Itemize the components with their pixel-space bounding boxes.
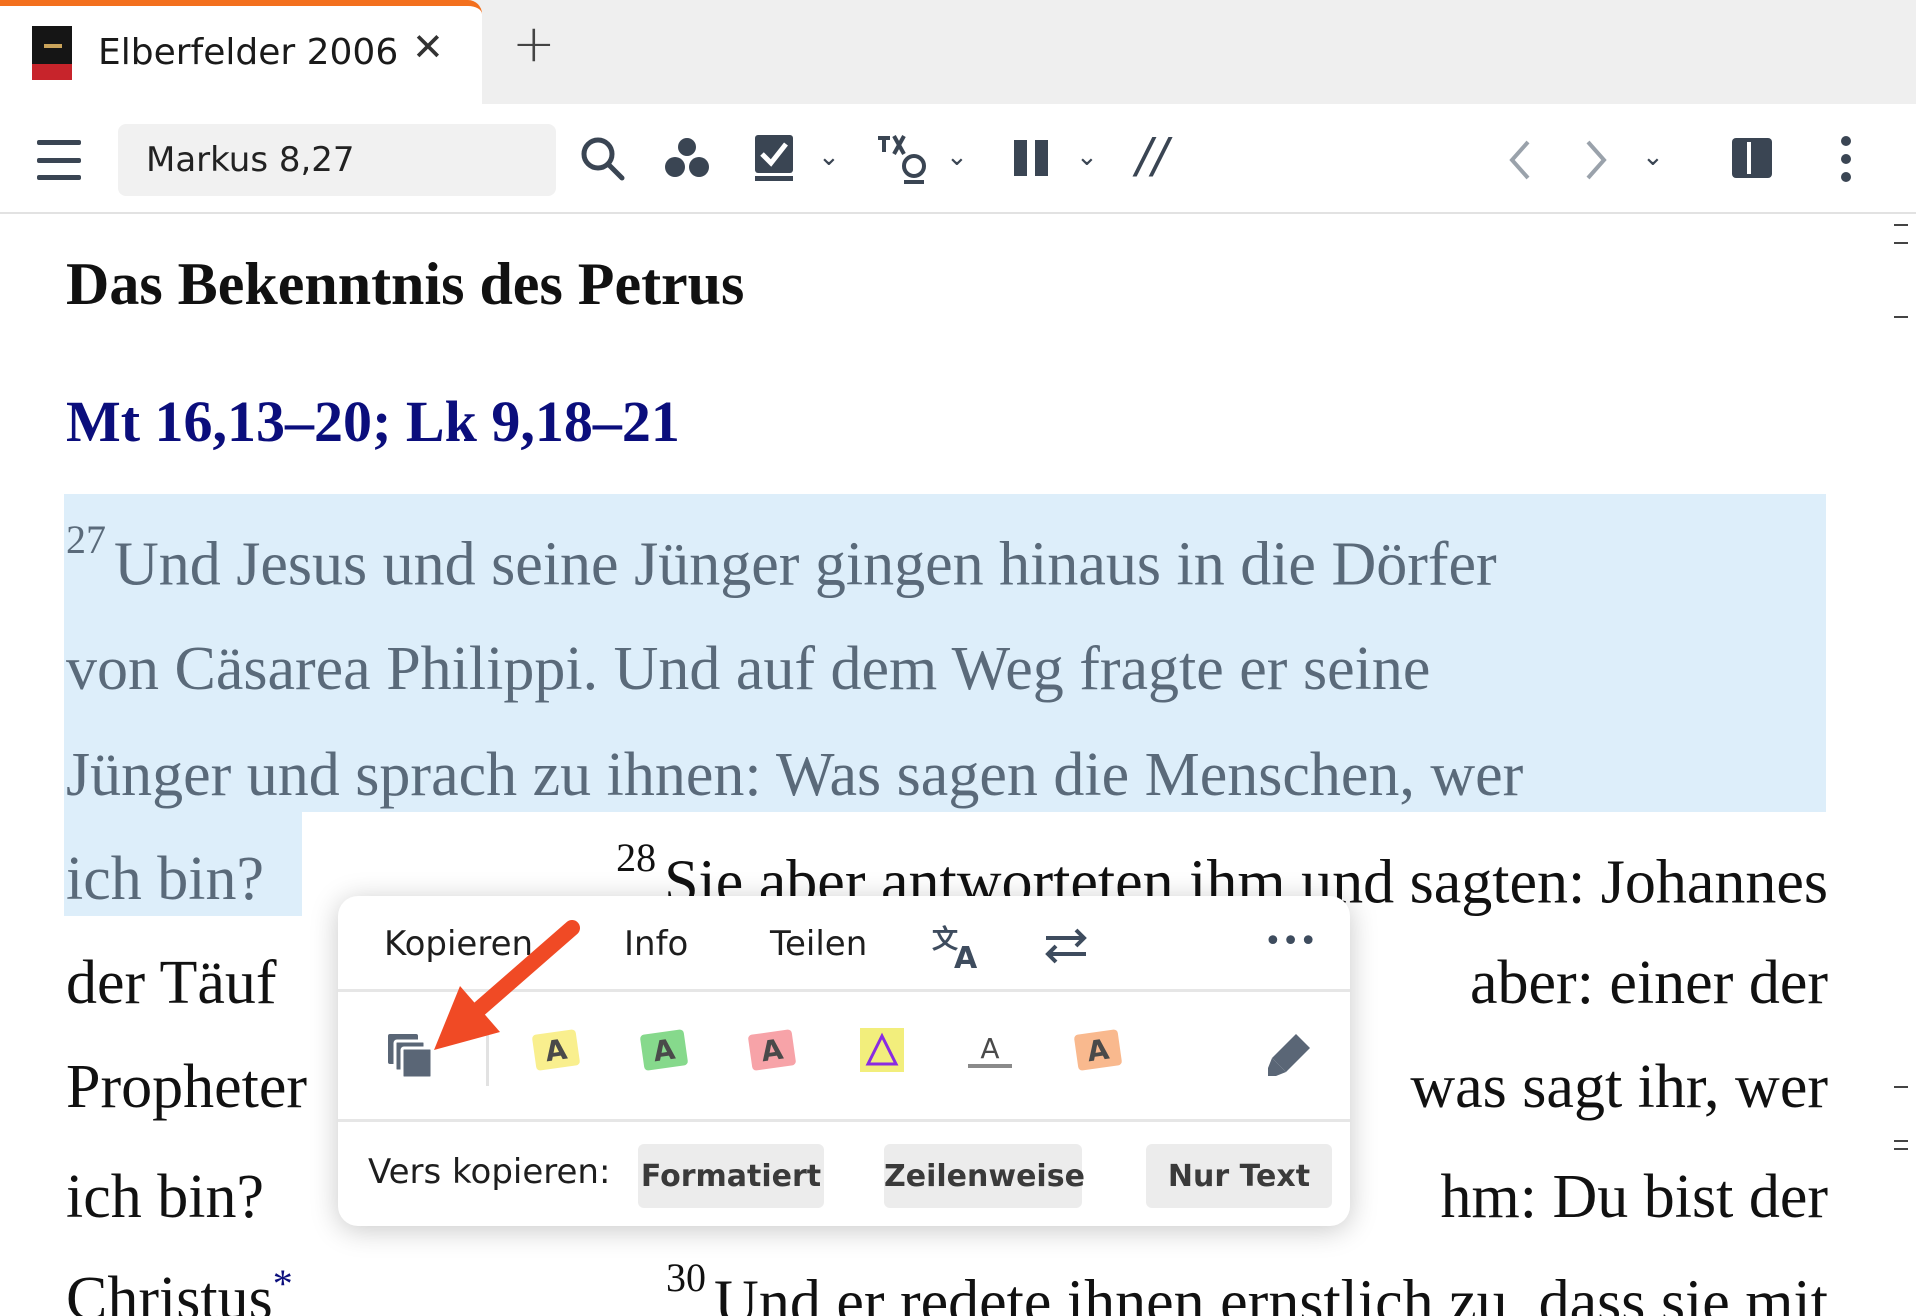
copy-linewise-button[interactable]: Zeilenweise — [884, 1144, 1085, 1208]
highlight-green-icon[interactable]: A — [639, 1029, 689, 1071]
chevron-down-icon[interactable]: ⌄ — [1642, 142, 1664, 172]
verse-text: Jünger und sprach zu ihnen: Was sagen di… — [66, 741, 1524, 809]
verse-text: ich bin? — [66, 1163, 264, 1231]
verse-text: ich bin? — [66, 845, 264, 913]
cross-reference-link[interactable]: Mt 16,13–20 — [66, 389, 372, 454]
parallel-icon[interactable]: // — [1136, 128, 1168, 184]
toolbar: ⌄ ⌄ ⌄ // ⌄ — [0, 104, 1916, 214]
new-tab-button[interactable]: + — [512, 18, 556, 70]
verse-line[interactable]: Jünger und sprach zu ihnen: Was sagen di… — [66, 744, 1828, 806]
tab-share[interactable]: Teilen — [770, 924, 867, 964]
verse-text: was sagt ihr, wer — [1410, 1053, 1828, 1121]
tab-elberfelder[interactable]: Elberfelder 2006 ✕ — [0, 0, 482, 104]
verse-line[interactable]: von Cäsarea Philippi. Und auf dem Weg fr… — [66, 638, 1828, 700]
highlight-red-icon[interactable]: A — [747, 1029, 797, 1071]
verse-line[interactable]: 27 Und Jesus und seine Jünger gingen hina… — [66, 520, 1828, 599]
columns-icon[interactable] — [1012, 138, 1050, 178]
split-view-icon[interactable] — [1730, 136, 1774, 180]
tab-bar: Elberfelder 2006 ✕ + — [0, 0, 1916, 104]
more-vertical-icon[interactable] — [1836, 134, 1856, 184]
footnote-marker[interactable]: * — [273, 1261, 293, 1306]
marker-pen-icon[interactable] — [1266, 1030, 1314, 1078]
highlight-triangle-icon[interactable] — [860, 1028, 904, 1072]
tab-info[interactable]: Info — [624, 924, 688, 964]
menu-icon[interactable] — [36, 140, 82, 180]
verse-text: der Täuf — [66, 949, 277, 1017]
annotation-arrow-icon — [434, 920, 580, 1050]
copy-verse-label: Vers kopieren: — [368, 1152, 611, 1192]
dots-cluster-icon[interactable] — [664, 136, 710, 180]
tab-title: Elberfelder 2006 — [98, 32, 399, 73]
chevron-down-icon[interactable]: ⌄ — [946, 142, 968, 172]
chevron-down-icon[interactable]: ⌄ — [818, 142, 840, 172]
back-icon[interactable] — [1506, 138, 1534, 182]
verse-number: 28 — [616, 835, 657, 880]
verse-text: Propheter — [66, 1053, 308, 1121]
search-icon[interactable] — [578, 134, 626, 182]
verse-text: von Cäsarea Philippi. Und auf dem Weg fr… — [66, 635, 1431, 703]
swap-icon[interactable] — [1042, 926, 1090, 966]
forward-icon[interactable] — [1582, 138, 1610, 182]
translate-icon[interactable]: 文 A — [930, 922, 986, 972]
underline-text-icon[interactable]: A — [968, 1032, 1012, 1068]
verse-text: Christus — [66, 1265, 273, 1316]
verse-number: 27 — [66, 517, 106, 562]
verse-number: 30 — [666, 1255, 707, 1300]
svg-text:A: A — [954, 941, 978, 972]
scrollbar-markers[interactable] — [1890, 216, 1910, 1316]
checkbox-book-icon[interactable] — [752, 132, 796, 184]
chevron-down-icon[interactable]: ⌄ — [1076, 142, 1098, 172]
verse-text: aber: einer der — [1470, 949, 1828, 1017]
popup-copy-row: Vers kopieren: Formatiert Zeilenweise Nu… — [338, 1122, 1350, 1226]
strongs-icon[interactable] — [874, 132, 930, 186]
parallel-references: Mt 16,13–20; Lk 9,18–21 — [66, 388, 680, 455]
cross-reference-link[interactable]: Lk 9,18–21 — [406, 389, 680, 454]
copy-formatted-button[interactable]: Formatiert — [638, 1144, 824, 1208]
verse-line[interactable]: Christus* 30 Und er redete ihnen ernstlic… — [66, 1258, 1828, 1316]
more-horizontal-icon[interactable]: ••• — [1264, 924, 1317, 959]
reference-separator: ; — [372, 389, 392, 454]
copy-text-only-button[interactable]: Nur Text — [1146, 1144, 1332, 1208]
bible-logo-icon — [32, 26, 72, 80]
verse-text: Und er redete ihnen ernstlich zu, dass s… — [714, 1268, 1828, 1316]
highlight-orange-icon[interactable]: A — [1073, 1029, 1123, 1071]
close-tab-icon[interactable]: ✕ — [412, 28, 444, 66]
reference-input[interactable] — [118, 124, 556, 196]
section-heading: Das Bekenntnis des Petrus — [66, 251, 745, 317]
verse-text: Und Jesus und seine Jünger gingen hinaus… — [114, 530, 1497, 599]
verse-text: hm: Du bist der — [1440, 1163, 1828, 1231]
